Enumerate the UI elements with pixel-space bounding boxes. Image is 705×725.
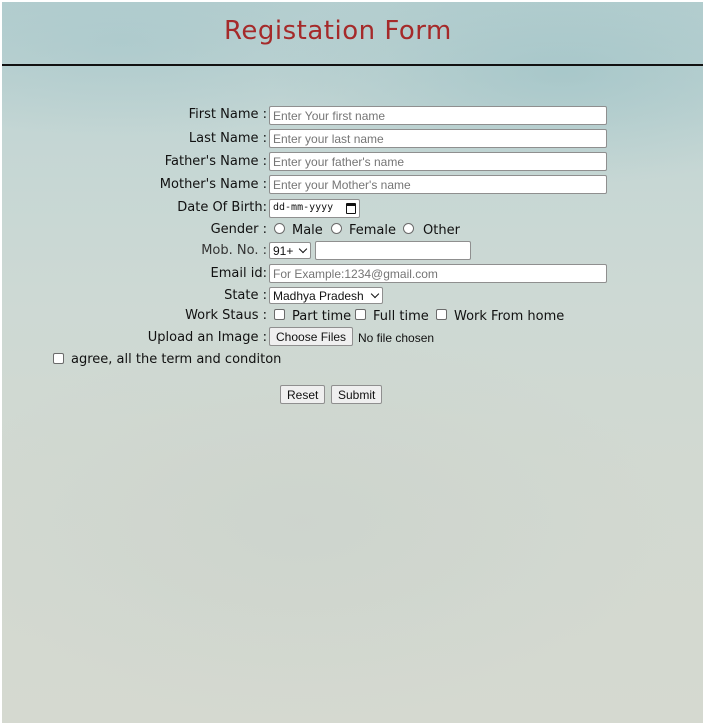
chevron-down-icon [298, 244, 308, 254]
mother-name-input[interactable] [269, 175, 607, 194]
part-time-checkbox[interactable] [274, 309, 285, 320]
part-time-label: Part time [292, 309, 352, 324]
reset-button[interactable]: Reset [280, 385, 326, 404]
last-name-label: Last Name : [188, 131, 267, 146]
gender-label: Gender : [210, 222, 267, 237]
state-label: State : [224, 288, 267, 303]
mobile-number-input[interactable] [315, 241, 471, 260]
choose-files-button[interactable]: Choose Files [269, 327, 354, 346]
file-status-text: No file chosen [358, 331, 435, 345]
email-label: Email id: [210, 266, 267, 281]
work-status-label: Work Staus : [185, 308, 267, 323]
father-name-label: Father's Name : [164, 154, 267, 169]
chevron-down-icon [370, 289, 380, 299]
first-name-label: First Name : [188, 107, 267, 122]
dob-date-value: dd-mm-yyyy [273, 202, 334, 213]
email-input[interactable] [269, 264, 607, 283]
gender-female-radio[interactable] [331, 223, 342, 234]
submit-button[interactable]: Submit [331, 385, 383, 404]
work-from-home-label: Work From home [454, 309, 565, 324]
full-time-label: Full time [373, 309, 429, 324]
state-selected-value: Madhya Pradesh [273, 289, 364, 303]
gender-male-radio[interactable] [274, 223, 285, 234]
gender-female-label: Female [349, 223, 397, 238]
gender-other-radio[interactable] [403, 223, 414, 234]
title-divider [2, 64, 703, 66]
gender-other-label: Other [423, 223, 460, 238]
agree-terms-checkbox[interactable] [53, 353, 64, 364]
first-name-input[interactable] [269, 106, 607, 125]
upload-image-label: Upload an Image : [147, 330, 267, 345]
gender-male-label: Male [292, 223, 323, 238]
page-title: Registation Form [224, 16, 452, 46]
mobile-label: Mob. No. : [201, 243, 267, 258]
agree-terms-label: agree, all the term and conditon [71, 352, 282, 367]
country-code-select[interactable]: 91+ [269, 242, 311, 259]
calendar-icon[interactable] [346, 203, 356, 214]
page-background: Registation Form First Name : Last Name … [2, 2, 703, 723]
dob-date-input[interactable]: dd-mm-yyyy [269, 199, 360, 218]
work-from-home-checkbox[interactable] [436, 309, 447, 320]
state-select[interactable]: Madhya Pradesh [269, 287, 383, 304]
father-name-input[interactable] [269, 152, 607, 171]
full-time-checkbox[interactable] [355, 309, 366, 320]
last-name-input[interactable] [269, 129, 607, 148]
mother-name-label: Mother's Name : [159, 177, 267, 192]
dob-label: Date Of Birth: [177, 200, 267, 215]
country-code-value: 91+ [273, 244, 294, 258]
